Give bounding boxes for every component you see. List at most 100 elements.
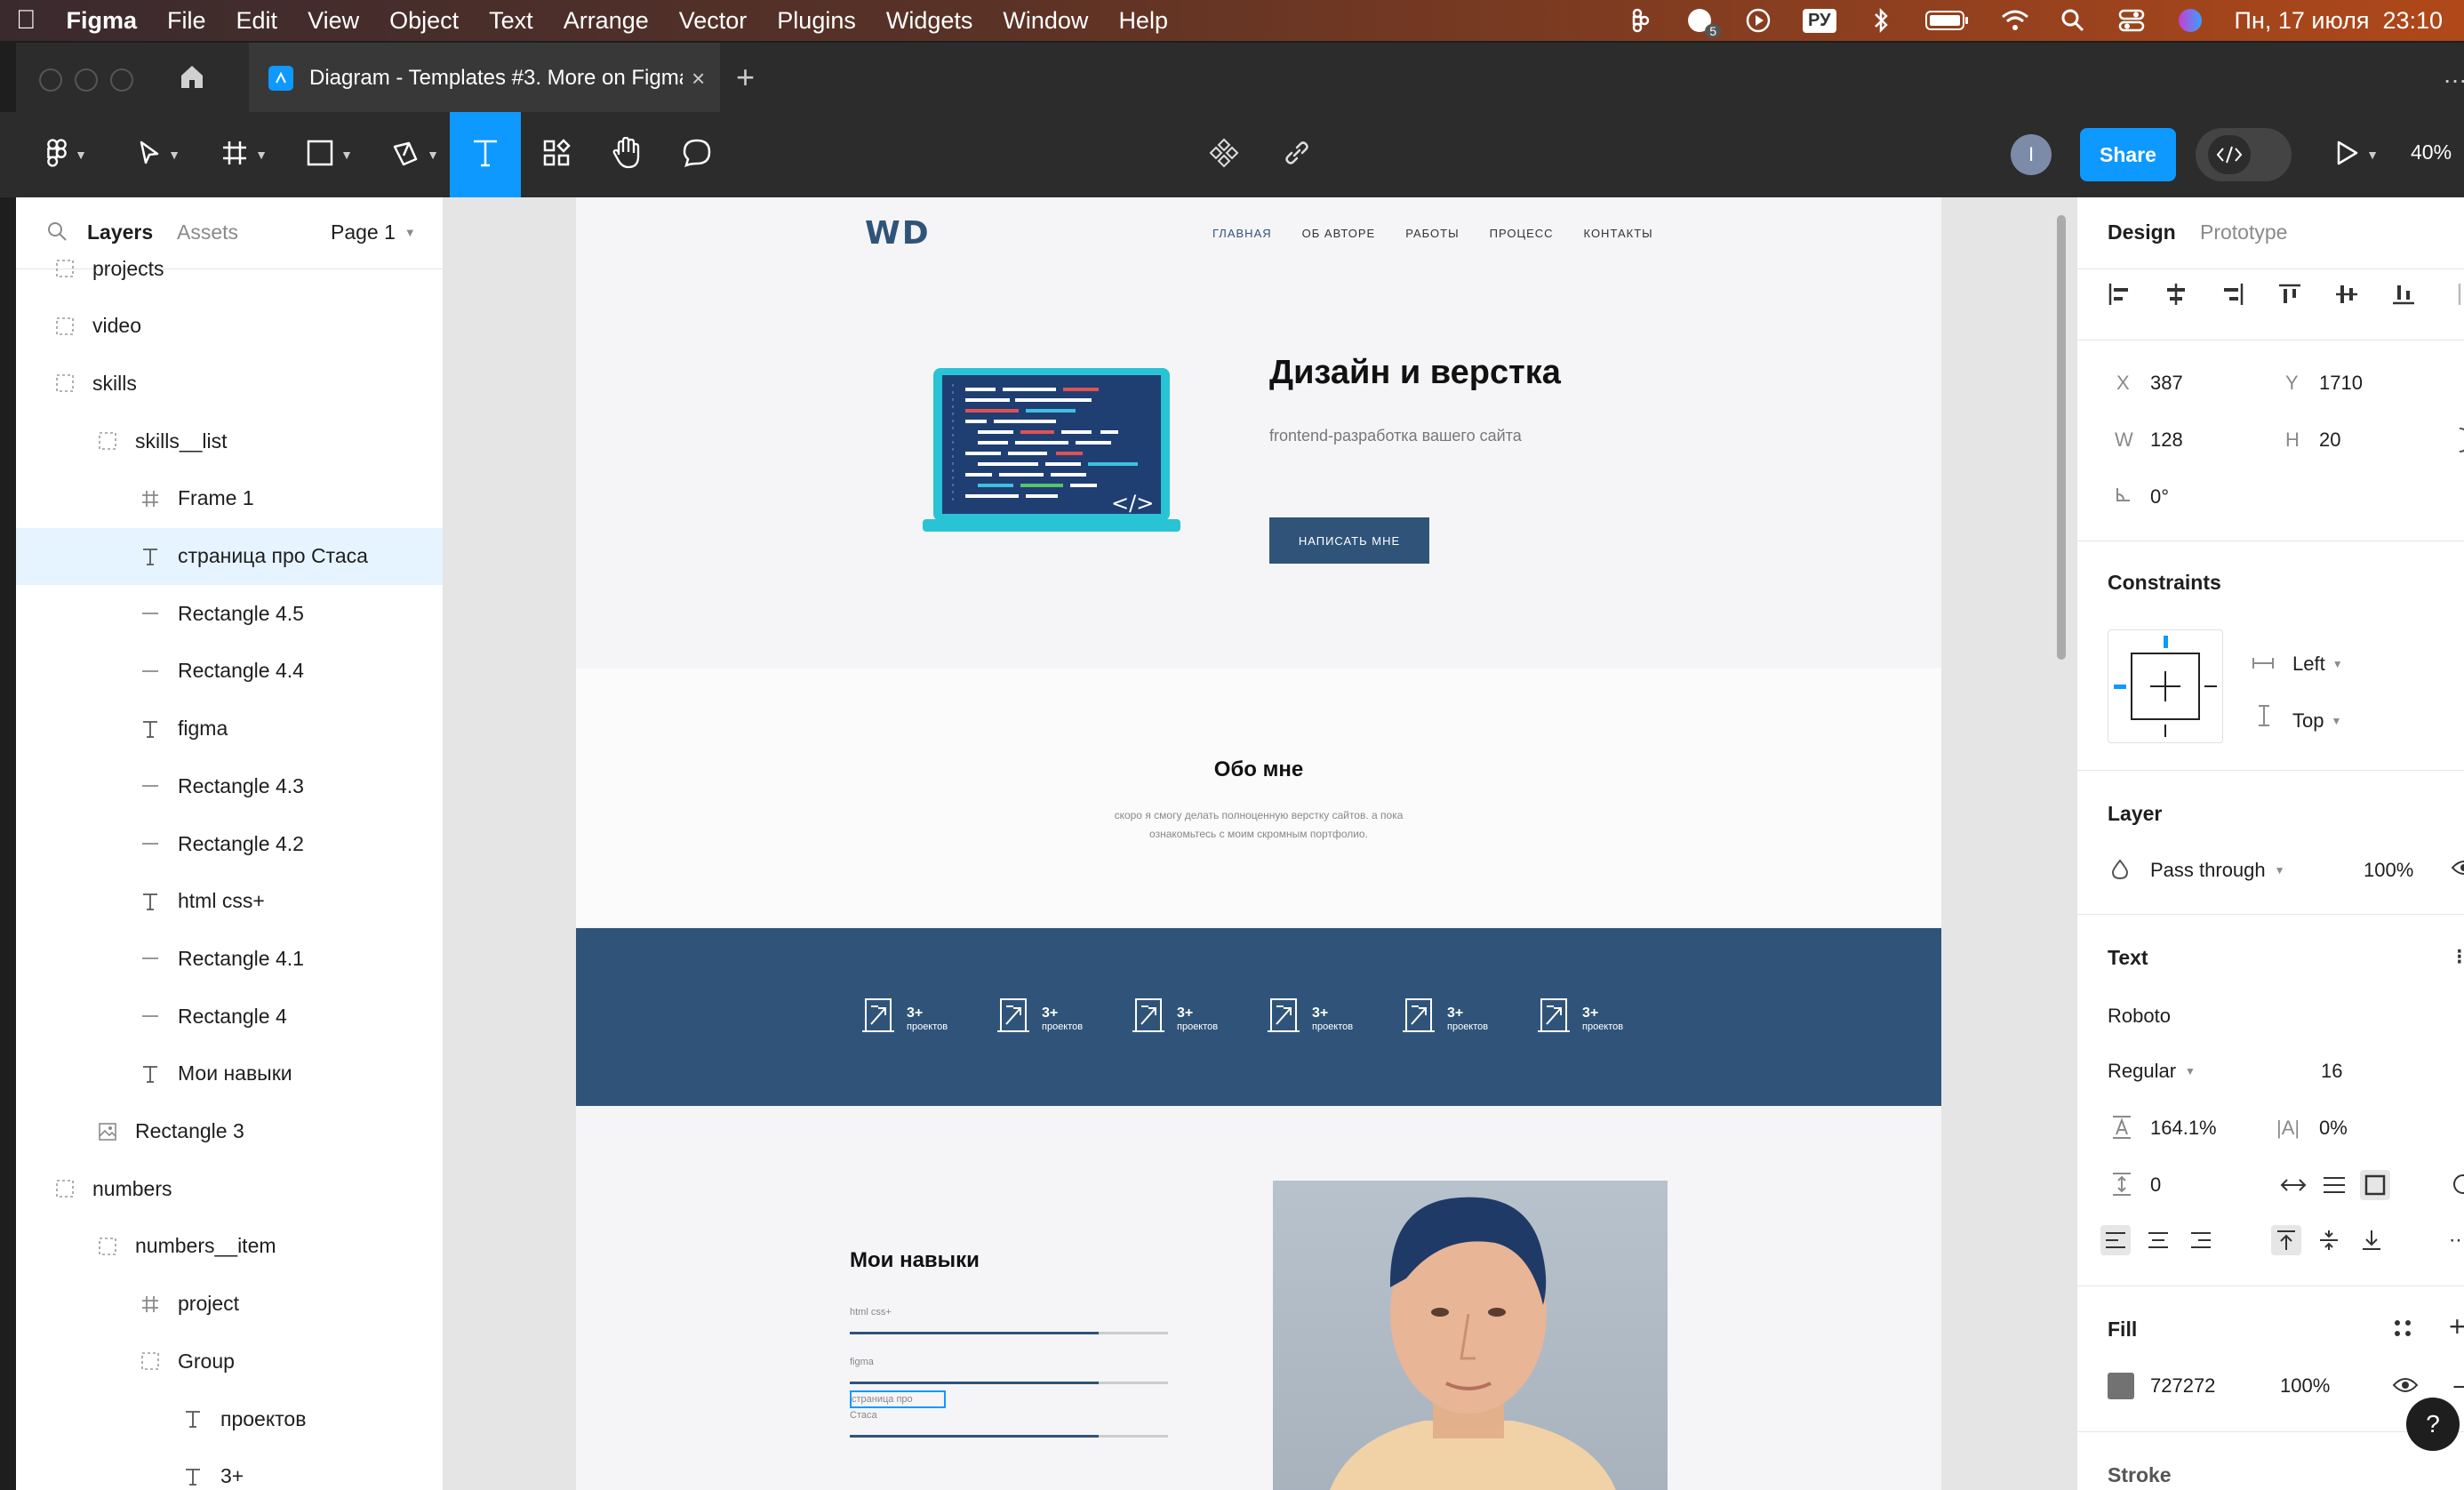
layer-row[interactable]: projects — [16, 240, 443, 297]
nav-link-works[interactable]: РАБОТЫ — [1405, 227, 1459, 240]
nav-link-contacts[interactable]: КОНТАКТЫ — [1584, 227, 1653, 240]
align-text-top-icon[interactable] — [2271, 1225, 2301, 1255]
align-text-bottom-icon[interactable] — [2356, 1225, 2387, 1255]
layer-row[interactable]: skills — [16, 355, 443, 412]
window-zoom-button[interactable] — [110, 68, 133, 92]
text-tool-button[interactable] — [450, 112, 521, 197]
menu-text[interactable]: Text — [474, 7, 548, 35]
clock-datetime[interactable]: Пн, 17 июля 23:10 — [2235, 7, 2444, 35]
tab-prototype[interactable]: Prototype — [2200, 220, 2287, 244]
distribute-icon[interactable] — [2445, 279, 2464, 309]
width-input[interactable]: 128 — [2150, 429, 2183, 452]
text-align-left-icon[interactable] — [2100, 1225, 2131, 1255]
more-type-settings-icon[interactable]: ⋯ — [2449, 1229, 2464, 1252]
layer-row[interactable]: html css+ — [16, 873, 443, 930]
auto-width-icon[interactable] — [2278, 1170, 2308, 1200]
website-frame[interactable]: WD ГЛАВНАЯ ОБ АВТОРЕ РАБОТЫ ПРОЦЕСС КОНТ… — [576, 197, 1941, 1490]
figma-status-icon[interactable] — [1627, 6, 1655, 35]
bluetooth-icon[interactable] — [1867, 6, 1895, 35]
font-weight-select[interactable]: Regular ▼ — [2108, 1060, 2196, 1083]
hand-tool-button[interactable] — [599, 112, 652, 197]
layer-row[interactable]: figma — [16, 701, 443, 757]
layer-row[interactable]: Rectangle 3 — [16, 1103, 443, 1160]
creative-cloud-icon[interactable]: 5 — [1685, 6, 1721, 38]
avatar[interactable]: I — [2011, 134, 2052, 175]
layer-row[interactable]: project — [16, 1276, 443, 1333]
paragraph-spacing-input[interactable]: 0 — [2150, 1174, 2161, 1197]
eye-icon[interactable] — [2392, 1376, 2419, 1398]
search-icon[interactable] — [2059, 6, 2087, 35]
constraints-widget[interactable] — [2108, 629, 2223, 743]
main-menu-button[interactable]: ▼ — [36, 112, 98, 197]
home-icon[interactable] — [178, 62, 206, 95]
align-top-icon[interactable] — [2275, 279, 2305, 309]
layer-opacity-input[interactable]: 100% — [2364, 859, 2413, 882]
vertical-constraint-select[interactable]: Top ▼ — [2292, 709, 2341, 733]
shape-tool-button[interactable]: ▼ — [299, 112, 361, 197]
fill-hex-input[interactable]: 727272 — [2150, 1374, 2215, 1398]
apple-icon[interactable]:  — [0, 5, 52, 36]
layer-row[interactable]: Rectangle 4.2 — [16, 815, 443, 872]
window-close-button[interactable] — [39, 68, 62, 92]
font-size-input[interactable]: 16 — [2321, 1060, 2342, 1083]
new-tab-icon[interactable]: + — [736, 59, 755, 96]
layer-row[interactable]: 3+ — [16, 1448, 443, 1490]
layer-row[interactable]: Frame 1 — [16, 470, 443, 527]
wifi-icon[interactable] — [2000, 6, 2028, 35]
comment-tool-button[interactable] — [670, 112, 724, 197]
dev-mode-toggle[interactable] — [2196, 128, 2292, 181]
fill-opacity-input[interactable]: 100% — [2280, 1374, 2330, 1398]
nav-link-process[interactable]: ПРОЦЕСС — [1490, 227, 1554, 240]
menu-edit[interactable]: Edit — [221, 7, 293, 35]
move-tool-button[interactable]: ▼ — [128, 112, 190, 197]
more-options-icon[interactable]: … — [2443, 60, 2464, 89]
frame-tool-button[interactable]: ▼ — [213, 112, 276, 197]
align-horizontal-center-icon[interactable] — [2161, 279, 2191, 309]
site-logo[interactable]: WD — [865, 215, 931, 252]
y-input[interactable]: 1710 — [2319, 372, 2363, 395]
text-styles-icon[interactable]: ⁝ — [2456, 944, 2463, 970]
window-minimize-button[interactable] — [75, 68, 98, 92]
battery-icon[interactable] — [1924, 6, 1970, 35]
canvas[interactable]: WD ГЛАВНАЯ ОБ АВТОРЕ РАБОТЫ ПРОЦЕСС КОНТ… — [443, 197, 2076, 1490]
share-button[interactable]: Share — [2080, 128, 2176, 181]
layer-row[interactable]: Rectangle 4 — [16, 988, 443, 1045]
layer-row[interactable]: проектов — [16, 1390, 443, 1447]
letter-spacing-input[interactable]: 0% — [2319, 1117, 2348, 1140]
text-align-right-icon[interactable] — [2186, 1225, 2216, 1255]
control-center-icon[interactable] — [2117, 6, 2146, 35]
truncate-icon[interactable] — [2451, 1172, 2464, 1201]
layer-row[interactable]: skills__list — [16, 413, 443, 469]
component-button[interactable] — [1202, 112, 1246, 197]
fixed-size-icon[interactable] — [2360, 1170, 2390, 1200]
layer-row[interactable]: Rectangle 4.1 — [16, 930, 443, 987]
play-circle-icon[interactable] — [1744, 6, 1772, 35]
layer-row[interactable]: numbers__item — [16, 1218, 443, 1275]
hero-contact-button[interactable]: НАПИСАТЬ МНЕ — [1269, 517, 1429, 564]
line-height-input[interactable]: 164.1% — [2150, 1117, 2217, 1140]
font-family-select[interactable]: Roboto — [2108, 1005, 2171, 1028]
auto-height-icon[interactable] — [2319, 1170, 2349, 1200]
nav-link-home[interactable]: ГЛАВНАЯ — [1212, 227, 1272, 240]
text-editing-box[interactable]: страница про — [850, 1390, 946, 1408]
layer-row[interactable]: Rectangle 4.3 — [16, 757, 443, 814]
x-input[interactable]: 387 — [2150, 372, 2183, 395]
add-fill-icon[interactable]: + — [2449, 1310, 2464, 1343]
siri-icon[interactable] — [2176, 6, 2204, 35]
align-bottom-icon[interactable] — [2388, 279, 2419, 309]
menu-arrange[interactable]: Arrange — [548, 7, 664, 35]
layer-row[interactable]: Мои навыки — [16, 1045, 443, 1102]
fill-color-swatch[interactable] — [2108, 1373, 2134, 1399]
resources-button[interactable] — [530, 112, 583, 197]
align-left-icon[interactable] — [2104, 279, 2134, 309]
align-vertical-center-icon[interactable] — [2332, 279, 2362, 309]
nav-link-about[interactable]: ОБ АВТОРЕ — [1302, 227, 1376, 240]
zoom-level[interactable]: 40% — [2411, 140, 2452, 164]
align-right-icon[interactable] — [2218, 279, 2248, 309]
layer-row[interactable]: numbers — [16, 1160, 443, 1217]
remove-fill-icon[interactable]: − — [2452, 1373, 2464, 1403]
tab-document[interactable]: Diagram - Templates #3. More on Figma × — [249, 43, 720, 114]
input-language[interactable]: РУ — [1803, 8, 1836, 33]
text-align-center-icon[interactable] — [2143, 1225, 2173, 1255]
constrain-proportions-icon[interactable] — [2458, 427, 2464, 458]
